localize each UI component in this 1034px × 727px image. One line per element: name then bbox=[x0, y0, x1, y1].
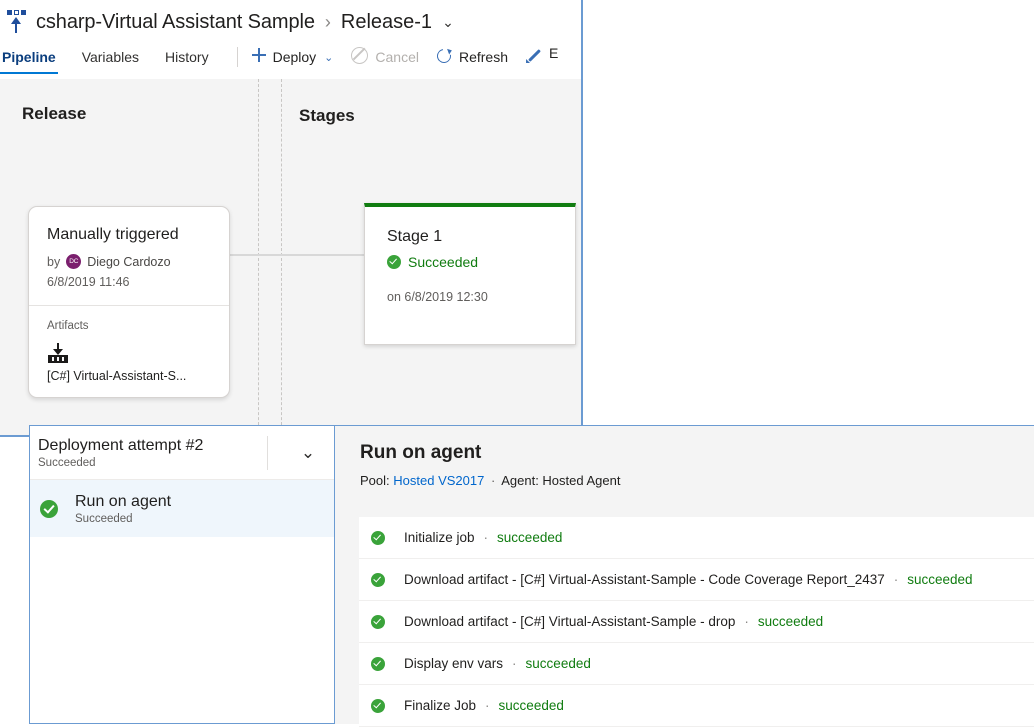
release-card-summary: Manually triggered by DC Diego Cardozo 6… bbox=[29, 207, 229, 305]
success-check-icon bbox=[387, 255, 401, 269]
pool-link[interactable]: Hosted VS2017 bbox=[393, 473, 484, 488]
success-check-icon bbox=[371, 698, 385, 713]
meta-separator: · bbox=[490, 473, 496, 488]
task-name: Initialize job bbox=[404, 530, 475, 545]
chevron-down-icon[interactable]: ⌄ bbox=[288, 443, 328, 463]
table-row[interactable]: Download artifact - [C#] Virtual-Assista… bbox=[359, 559, 1034, 601]
task-name: Finalize Job bbox=[404, 698, 477, 713]
deploy-button[interactable]: Deploy ⌄ bbox=[251, 48, 334, 66]
release-trigger-title: Manually triggered bbox=[47, 226, 179, 243]
stage-timestamp: on 6/8/2019 12:30 bbox=[387, 290, 488, 304]
ban-icon bbox=[351, 46, 369, 68]
tab-variables[interactable]: Variables bbox=[82, 49, 139, 74]
cancel-label: Cancel bbox=[375, 49, 419, 65]
task-separator: · bbox=[483, 530, 489, 545]
chevron-down-icon[interactable]: ⌄ bbox=[442, 15, 454, 29]
chevron-down-icon: ⌄ bbox=[324, 51, 334, 64]
task-separator: · bbox=[744, 614, 749, 629]
command-toolbar: Pipeline Variables History Deploy ⌄ Canc… bbox=[0, 44, 581, 78]
table-row[interactable]: Initialize job · succeeded bbox=[359, 517, 1034, 559]
by-label: by bbox=[47, 254, 61, 269]
header-divider bbox=[267, 435, 268, 470]
task-list: Initialize job · succeeded Download arti… bbox=[359, 517, 1034, 727]
artifact-name[interactable]: [C#] Virtual-Assistant-S... bbox=[47, 369, 211, 383]
deploy-label: Deploy bbox=[272, 49, 317, 65]
release-artifacts-section: Artifacts [C#] Virtual-Assistant-S... bbox=[29, 306, 229, 397]
release-author-row: by DC Diego Cardozo bbox=[47, 254, 211, 269]
success-check-icon bbox=[371, 656, 385, 671]
phase-status: Succeeded bbox=[75, 513, 133, 526]
job-title: Run on agent bbox=[360, 442, 482, 463]
cancel-button[interactable]: Cancel bbox=[351, 46, 419, 68]
list-item[interactable]: Run on agent Succeeded bbox=[30, 480, 334, 537]
artifacts-label: Artifacts bbox=[47, 320, 89, 332]
author-name: Diego Cardozo bbox=[87, 254, 171, 269]
column-divider bbox=[258, 79, 259, 435]
pencil-icon bbox=[526, 47, 542, 67]
pipeline-window: csharp-Virtual Assistant Sample › Releas… bbox=[0, 0, 583, 437]
stage-connector-line bbox=[228, 254, 366, 256]
breadcrumb-release[interactable]: Release-1 bbox=[341, 11, 432, 34]
tab-history[interactable]: History bbox=[165, 49, 209, 74]
task-name: Download artifact - [C#] Virtual-Assista… bbox=[404, 614, 736, 629]
edit-button[interactable]: E bbox=[526, 45, 558, 69]
success-check-icon bbox=[40, 499, 58, 518]
task-status: succeeded bbox=[757, 614, 824, 629]
task-separator: · bbox=[512, 656, 517, 671]
task-name: Display env vars bbox=[404, 656, 504, 671]
breadcrumb-header: csharp-Virtual Assistant Sample › Releas… bbox=[0, 0, 581, 44]
task-status: succeeded bbox=[497, 530, 563, 545]
release-card[interactable]: Manually triggered by DC Diego Cardozo 6… bbox=[28, 206, 230, 398]
refresh-icon bbox=[437, 48, 452, 67]
table-row[interactable]: Display env vars · succeeded bbox=[359, 643, 1034, 685]
stage-card[interactable]: Stage 1 Succeeded on 6/8/2019 12:30 bbox=[364, 203, 576, 345]
release-timestamp: 6/8/2019 11:46 bbox=[47, 275, 130, 289]
toolbar-divider bbox=[236, 47, 238, 67]
breadcrumb-separator: › bbox=[324, 11, 331, 32]
table-row[interactable]: Finalize Job · succeeded bbox=[359, 685, 1034, 727]
success-check-icon bbox=[371, 572, 385, 587]
edit-label: E bbox=[549, 45, 559, 61]
refresh-label: Refresh bbox=[458, 49, 509, 65]
deployment-attempt-title: Deployment attempt #2 bbox=[38, 437, 204, 454]
deployment-phases-panel: Deployment attempt #2 Succeeded ⌄ Run on… bbox=[29, 425, 335, 724]
tab-pipeline[interactable]: Pipeline bbox=[0, 49, 58, 74]
breadcrumb-project[interactable]: csharp-Virtual Assistant Sample bbox=[36, 11, 315, 34]
deployment-attempt-status: Succeeded bbox=[38, 457, 96, 469]
deployment-attempt-header[interactable]: Deployment attempt #2 Succeeded ⌄ bbox=[30, 426, 334, 480]
success-check-icon bbox=[371, 530, 385, 545]
pipeline-canvas: Release Stages Manually triggered by DC … bbox=[0, 79, 581, 435]
plus-icon bbox=[251, 48, 266, 66]
job-meta: Pool: Hosted VS2017 · Agent: Hosted Agen… bbox=[360, 473, 1034, 488]
phase-texts: Run on agent Succeeded bbox=[75, 492, 171, 525]
task-status: succeeded bbox=[525, 656, 591, 671]
build-artifact-icon bbox=[47, 343, 69, 364]
releases-rocket-icon bbox=[6, 9, 28, 35]
task-status: succeeded bbox=[498, 698, 564, 713]
task-name: Download artifact - [C#] Virtual-Assista… bbox=[404, 572, 885, 587]
job-header: Run on agent Pool: Hosted VS2017 · Agent… bbox=[335, 426, 1034, 488]
stage-status: Succeeded bbox=[387, 254, 553, 270]
refresh-button[interactable]: Refresh bbox=[437, 48, 508, 67]
deployment-attempt-texts: Deployment attempt #2 Succeeded bbox=[38, 436, 267, 469]
task-separator: · bbox=[485, 698, 490, 713]
column-divider bbox=[281, 79, 282, 435]
pool-label: Pool: bbox=[360, 473, 390, 488]
phase-title: Run on agent bbox=[75, 492, 172, 510]
agent-label: Agent: Hosted Agent bbox=[501, 473, 621, 488]
stages-column-title: Stages bbox=[299, 106, 355, 125]
stage-status-label: Succeeded bbox=[408, 254, 479, 270]
task-separator: · bbox=[893, 572, 899, 587]
avatar: DC bbox=[66, 254, 82, 269]
table-row[interactable]: Download artifact - [C#] Virtual-Assista… bbox=[359, 601, 1034, 643]
success-check-icon bbox=[371, 614, 385, 629]
task-status: succeeded bbox=[907, 572, 973, 587]
stage-name: Stage 1 bbox=[387, 228, 443, 245]
release-column-title: Release bbox=[22, 104, 87, 123]
